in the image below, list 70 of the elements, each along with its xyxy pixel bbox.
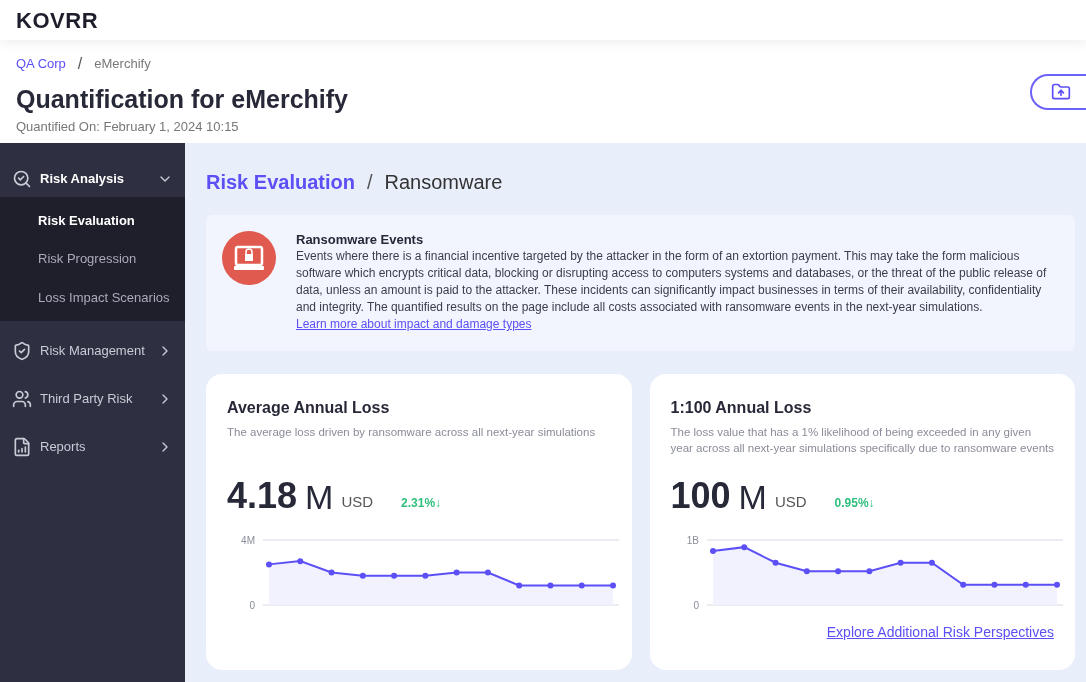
data-point — [740, 544, 747, 551]
data-point — [709, 548, 716, 555]
section-subtitle: Ransomware — [384, 170, 503, 195]
data-point — [266, 561, 272, 568]
sidebar-item-label: Risk Management — [40, 341, 146, 360]
metric-value: 100 — [670, 478, 731, 514]
data-point — [772, 559, 779, 566]
export-button[interactable] — [1030, 74, 1086, 110]
breadcrumb-separator: / — [77, 54, 83, 74]
data-point — [1053, 581, 1060, 588]
learn-more-link[interactable]: Learn more about impact and damage types — [296, 317, 532, 331]
sidebar-item-label: Reports — [40, 437, 87, 456]
breadcrumb-current: eMerchify — [94, 55, 151, 74]
sidebar-item[interactable]: Risk Management — [0, 332, 185, 369]
people-icon — [12, 388, 32, 409]
report-icon — [12, 436, 32, 457]
metric-unit: M — [305, 480, 334, 514]
logo: KOVRR — [16, 6, 99, 35]
sidebar-item-label: Risk Analysis — [40, 170, 126, 189]
data-point — [990, 581, 997, 588]
section-title-link[interactable]: Risk Evaluation — [206, 167, 355, 197]
data-point — [453, 569, 460, 576]
card-description: The average loss driven by ransomware across all next-year simulations — [227, 425, 597, 440]
card-description: The loss value that has a 1% likelihood of being exceeded in any given year across all next-year simulations specifically due to ransomware events — [670, 425, 1054, 456]
sidebar-subitem[interactable]: Loss Impact Scenarios — [0, 278, 185, 317]
data-point — [959, 581, 966, 588]
metric-currency: USD — [774, 491, 807, 512]
data-point — [865, 568, 872, 575]
data-point — [610, 582, 616, 589]
data-point — [1022, 581, 1029, 588]
breadcrumb-link[interactable]: QA Corp — [16, 54, 66, 74]
data-point — [516, 582, 523, 589]
change-indicator: 2.31%↓ — [401, 495, 442, 512]
sidebar-item[interactable]: Third Party Risk — [0, 380, 185, 417]
change-indicator: 0.95%↓ — [834, 495, 875, 512]
card-title: Average Annual Loss — [227, 398, 391, 418]
data-point — [359, 572, 366, 579]
data-point — [578, 582, 585, 589]
breadcrumb-separator: / — [366, 170, 373, 195]
data-point — [484, 569, 491, 576]
data-point — [328, 569, 335, 576]
card-title: 1:100 Annual Loss — [670, 398, 813, 418]
axis-tick-label: 0 — [692, 600, 699, 611]
data-point — [547, 582, 554, 589]
explore-link[interactable]: Explore Additional Risk Perspectives — [826, 622, 1054, 643]
metric-value: 4.18 — [227, 478, 298, 514]
metric-currency: USD — [341, 491, 374, 512]
data-point — [897, 559, 904, 566]
data-point — [803, 568, 810, 575]
shield-icon — [12, 340, 32, 361]
axis-tick-label: 4M — [241, 535, 255, 546]
sidebar-item[interactable]: Reports — [0, 428, 185, 465]
sidebar-subitem[interactable]: Risk Progression — [0, 239, 185, 278]
data-point — [422, 572, 429, 579]
info-title: Ransomware Events — [296, 231, 425, 248]
info-description: Events where there is a financial incentive targeted by the attacker in the form of an extortion payment. This may take the form malicious software which encrypts critical data, blocking or disrupting access to computers systems and databases, or the threat of the public release of data, unless an amount is paid to the attacker. These incidents can significantly impact businesses in terms of their availability, confidentiality and integrity. The quantified results on the page include all costs associated with ransomware events in the next-year simulations. — [296, 248, 1048, 316]
metric-unit: M — [738, 480, 767, 514]
data-point — [928, 559, 935, 566]
data-point — [297, 558, 304, 565]
sidebar-subitem[interactable]: Risk Evaluation — [0, 201, 185, 240]
sidebar-item-label: Third Party Risk — [40, 389, 134, 408]
data-point — [391, 572, 398, 579]
axis-tick-label: 1B — [686, 535, 699, 546]
ransomware-icon — [222, 231, 276, 285]
axis-tick-label: 0 — [249, 600, 255, 611]
sidebar-item[interactable]: Risk Analysis — [0, 161, 185, 197]
export-icon — [1051, 82, 1071, 102]
page-title: Quantification for eMerchify — [16, 84, 348, 115]
quantified-date: Quantified On: February 1, 2024 10:15 — [16, 118, 240, 137]
data-point — [834, 568, 841, 575]
